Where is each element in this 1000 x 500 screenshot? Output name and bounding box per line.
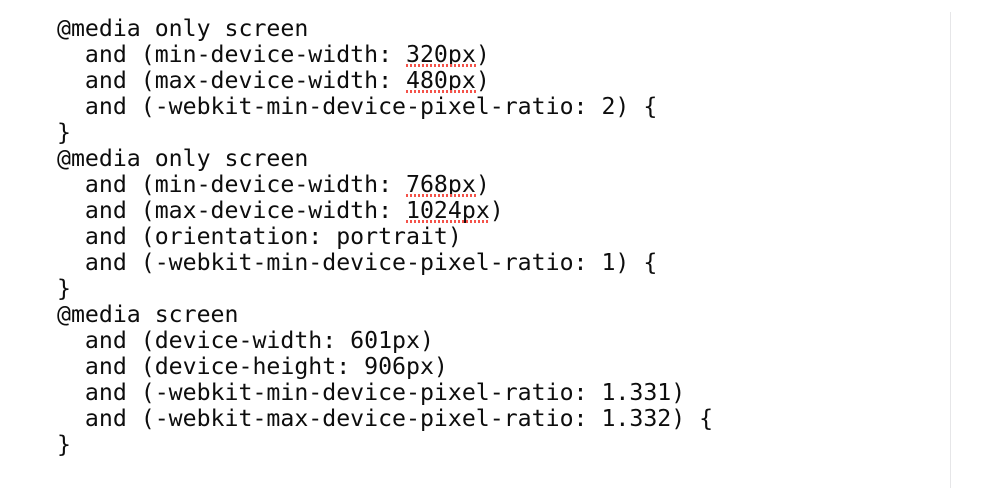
code-text: and (-webkit-min-device-pixel-ratio: 1.3…: [84, 379, 686, 406]
code-line[interactable]: and (max-device-width: 1024px): [57, 198, 940, 224]
spellcheck-marked-token[interactable]: 768px: [406, 172, 476, 198]
code-text: }: [57, 275, 71, 302]
code-line[interactable]: and (min-device-width: 320px): [57, 42, 940, 68]
spellcheck-marked-token[interactable]: 1024px: [406, 198, 490, 224]
code-line[interactable]: and (-webkit-min-device-pixel-ratio: 1.3…: [57, 380, 940, 406]
code-text: }: [57, 431, 71, 458]
code-text: ): [489, 197, 504, 224]
code-text: and (-webkit-min-device-pixel-ratio: 2) …: [84, 93, 658, 120]
code-text: and (min-device-width:: [84, 171, 407, 198]
panel-divider: [950, 12, 951, 488]
code-line[interactable]: and (orientation: portrait): [57, 224, 940, 250]
code-line[interactable]: and (max-device-width: 480px): [57, 68, 940, 94]
code-text: ): [475, 41, 490, 68]
code-text: and (min-device-width:: [84, 41, 407, 68]
code-line[interactable]: and (-webkit-max-device-pixel-ratio: 1.3…: [57, 406, 940, 432]
code-line[interactable]: @media only screen: [57, 146, 940, 172]
spellcheck-marked-token[interactable]: 480px: [406, 68, 476, 94]
code-line[interactable]: @media screen: [57, 302, 940, 328]
code-line[interactable]: }: [57, 276, 940, 302]
code-line[interactable]: and (-webkit-min-device-pixel-ratio: 1) …: [57, 250, 940, 276]
code-text: @media only screen: [57, 15, 309, 42]
code-line[interactable]: and (device-height: 906px): [57, 354, 940, 380]
code-line[interactable]: and (device-width: 601px): [57, 328, 940, 354]
code-text-area[interactable]: @media only screen and (min-device-width…: [57, 16, 940, 500]
code-text: @media only screen: [57, 145, 309, 172]
code-line[interactable]: and (-webkit-min-device-pixel-ratio: 2) …: [57, 94, 940, 120]
code-editor[interactable]: @media only screen and (min-device-width…: [0, 0, 1000, 500]
code-text: and (max-device-width:: [84, 67, 407, 94]
code-text: }: [57, 119, 71, 146]
code-text: and (-webkit-max-device-pixel-ratio: 1.3…: [84, 405, 714, 432]
code-line[interactable]: }: [57, 120, 940, 146]
code-line[interactable]: @media only screen: [57, 16, 940, 42]
spellcheck-marked-token[interactable]: 320px: [406, 42, 476, 68]
code-text: and (orientation: portrait): [84, 223, 462, 250]
code-line[interactable]: and (min-device-width: 768px): [57, 172, 940, 198]
code-text: and (max-device-width:: [84, 197, 407, 224]
code-text: and (device-height: 906px): [84, 353, 448, 380]
code-line[interactable]: }: [57, 432, 940, 458]
code-text: ): [475, 67, 490, 94]
code-text: and (device-width: 601px): [84, 327, 434, 354]
code-text: ): [475, 171, 490, 198]
code-text: and (-webkit-min-device-pixel-ratio: 1) …: [84, 249, 658, 276]
code-text: @media screen: [57, 301, 239, 328]
